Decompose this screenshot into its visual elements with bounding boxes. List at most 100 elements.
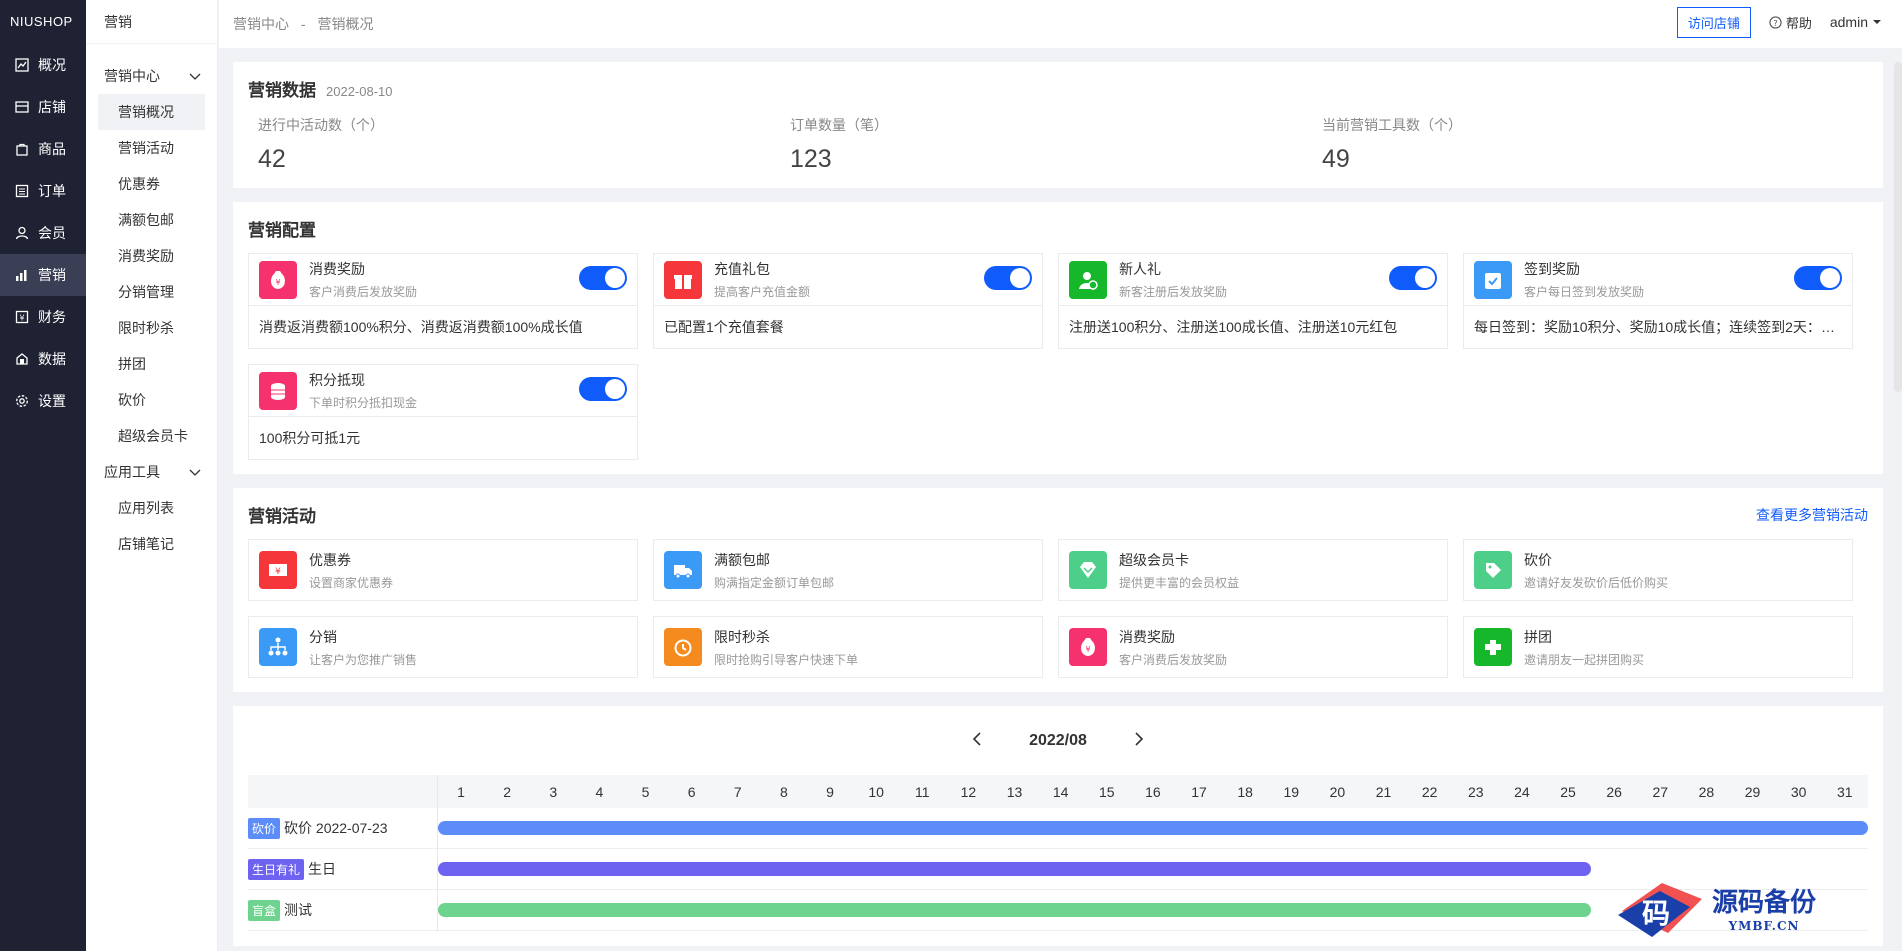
nav-item[interactable]: 会员 xyxy=(0,212,86,254)
nav-item[interactable]: 商品 xyxy=(0,128,86,170)
activity-item[interactable]: 砍价 邀请好友发砍价后低价购买 xyxy=(1463,539,1853,601)
nav-item[interactable]: 店铺 xyxy=(0,86,86,128)
activity-desc: 邀请好友发砍价后低价购买 xyxy=(1524,575,1669,590)
stat-value: 42 xyxy=(258,145,286,173)
chevron-down-icon xyxy=(189,469,201,476)
calendar-day: 16 xyxy=(1145,783,1161,800)
sub-menu-item[interactable]: 应用列表 xyxy=(98,490,205,526)
svg-text:¥: ¥ xyxy=(275,567,281,577)
sub-menu-item[interactable]: 超级会员卡 xyxy=(98,418,205,454)
calendar-day: 12 xyxy=(960,783,977,800)
nav-item[interactable]: 订单 xyxy=(0,170,86,212)
nav-item-label: 概况 xyxy=(38,57,66,73)
calendar-day: 27 xyxy=(1652,783,1669,800)
activity-name: 分销 xyxy=(309,628,337,645)
chevron-down-icon xyxy=(189,73,201,80)
breadcrumb-item: 营销概况 xyxy=(317,16,374,32)
money-bag-icon: ¥ xyxy=(1069,628,1107,666)
sub-menu-item[interactable]: 限时秒杀 xyxy=(98,310,205,346)
sub-menu-item[interactable]: 拼团 xyxy=(98,346,205,382)
new-user-icon xyxy=(1069,260,1107,299)
svg-text:?: ? xyxy=(1773,17,1777,27)
stat-value: 49 xyxy=(1322,145,1350,173)
calendar-day: 10 xyxy=(868,783,884,800)
next-month-button[interactable] xyxy=(1133,730,1145,751)
config-name: 签到奖励 xyxy=(1524,261,1580,277)
calendar-day: 25 xyxy=(1560,783,1576,800)
config-toggle[interactable] xyxy=(579,377,627,401)
view-more-activities-link[interactable]: 查看更多营销活动 xyxy=(1756,505,1868,525)
calendar-day: 6 xyxy=(687,783,696,800)
activity-desc: 设置商家优惠券 xyxy=(309,575,394,590)
chart-icon xyxy=(14,57,30,73)
activity-desc: 购满指定金额订单包邮 xyxy=(714,575,835,590)
config-desc: 提高客户充值金额 xyxy=(714,285,811,299)
activity-item[interactable]: 限时秒杀 限时抢购引导客户快速下单 xyxy=(653,616,1043,678)
config-toggle[interactable] xyxy=(984,266,1032,290)
sub-menu-item[interactable]: 营销活动 xyxy=(98,130,205,166)
main-content: 营销数据 2022-08-10 进行中活动数（个） 42 订单数量（笔） 123 当前营… xyxy=(233,62,1883,946)
config-name: 消费奖励 xyxy=(309,261,365,277)
gift-icon xyxy=(664,260,702,299)
activity-desc: 限时抢购引导客户快速下单 xyxy=(714,652,859,667)
nav-item[interactable]: 数据 xyxy=(0,338,86,380)
activity-bar[interactable] xyxy=(438,861,1592,876)
gear-icon xyxy=(14,393,30,409)
sub-menu-item[interactable]: 店铺笔记 xyxy=(98,526,205,562)
activity-item[interactable]: 分销 让客户为您推广销售 xyxy=(248,616,638,678)
help-link[interactable]: ? 帮助 xyxy=(1769,13,1812,32)
config-summary: 已配置1个充值套餐 xyxy=(664,319,784,335)
activity-name: 消费奖励 xyxy=(1119,628,1175,645)
brand-logo: NIUSHOP xyxy=(10,14,73,29)
breadcrumb-separator: - xyxy=(300,16,306,32)
sub-menu-item[interactable]: 营销概况 xyxy=(98,94,205,130)
clock-icon xyxy=(664,628,702,666)
watermark-cn: 源码备份 xyxy=(1712,887,1817,918)
stat-item: 当前营销工具数（个） 49 xyxy=(1322,115,1854,174)
activity-item[interactable]: ¥ 消费奖励 客户消费后发放奖励 xyxy=(1058,616,1448,678)
visit-store-button[interactable]: 访问店铺 xyxy=(1676,6,1751,38)
nav-item-label: 会员 xyxy=(38,225,66,241)
sub-menu-item[interactable]: 砍价 xyxy=(98,382,205,418)
prev-month-button[interactable] xyxy=(971,730,983,751)
top-bar: 营销中心 - 营销概况 访问店铺 ? 帮助 admin xyxy=(219,0,1902,48)
group-label: 应用工具 xyxy=(104,464,160,480)
marketing-activity-card: 营销活动 查看更多营销活动 ¥ 优惠券 设置商家优惠券 满额包邮 购满指定金额订… xyxy=(233,488,1883,692)
nav-item[interactable]: 概况 xyxy=(0,44,86,86)
activity-item[interactable]: ¥ 优惠券 设置商家优惠券 xyxy=(248,539,638,601)
calendar-day: 21 xyxy=(1375,783,1392,800)
truck-icon xyxy=(664,551,702,589)
config-toggle[interactable] xyxy=(579,266,627,290)
activity-item[interactable]: 拼团 邀请朋友一起拼团购买 xyxy=(1463,616,1853,678)
sub-menu-item[interactable]: 消费奖励 xyxy=(98,238,205,274)
activity-bar[interactable] xyxy=(438,902,1592,917)
sub-menu-item[interactable]: 优惠券 xyxy=(98,166,205,202)
calendar-row[interactable]: 砍价 砍价 2022-07-23 xyxy=(248,807,1868,849)
sub-menu-item[interactable]: 满额包邮 xyxy=(98,202,205,238)
calendar-day: 29 xyxy=(1744,783,1761,800)
nav-item[interactable]: ¥ 财务 xyxy=(0,296,86,338)
help-label: 帮助 xyxy=(1785,15,1812,31)
config-toggle[interactable] xyxy=(1389,266,1437,290)
activity-bar[interactable] xyxy=(438,820,1868,835)
nav-item[interactable]: 设置 xyxy=(0,380,86,422)
activity-item[interactable]: 超级会员卡 提供更丰富的会员权益 xyxy=(1058,539,1448,601)
money-bag-icon: ¥ xyxy=(259,260,297,299)
config-toggle[interactable] xyxy=(1794,266,1842,290)
diamond-icon xyxy=(1069,551,1107,589)
page-scrollbar[interactable] xyxy=(1894,62,1902,392)
activity-label: 测试 xyxy=(284,902,313,918)
config-name: 积分抵现 xyxy=(309,372,365,388)
nav-item-label: 设置 xyxy=(38,393,66,409)
calendar-day: 5 xyxy=(641,783,650,800)
nav-item[interactable]: 营销 xyxy=(0,254,86,296)
sub-menu-item[interactable]: 分销管理 xyxy=(98,274,205,310)
group-app-tools[interactable]: 应用工具 xyxy=(86,454,217,490)
user-menu[interactable]: admin xyxy=(1830,14,1882,30)
activity-item[interactable]: 满额包邮 购满指定金额订单包邮 xyxy=(653,539,1043,601)
calendar-day: 23 xyxy=(1468,783,1484,800)
group-marketing-center[interactable]: 营销中心 xyxy=(86,58,217,94)
config-summary: 每日签到：奖励10积分、奖励10成长值；连续签到2天：奖励… xyxy=(1474,319,1852,335)
config-item: ¥ 消费奖励 客户消费后发放奖励 消费返消费额100%积分、消费返消费额100%… xyxy=(248,253,638,349)
breadcrumb-item[interactable]: 营销中心 xyxy=(233,16,289,32)
